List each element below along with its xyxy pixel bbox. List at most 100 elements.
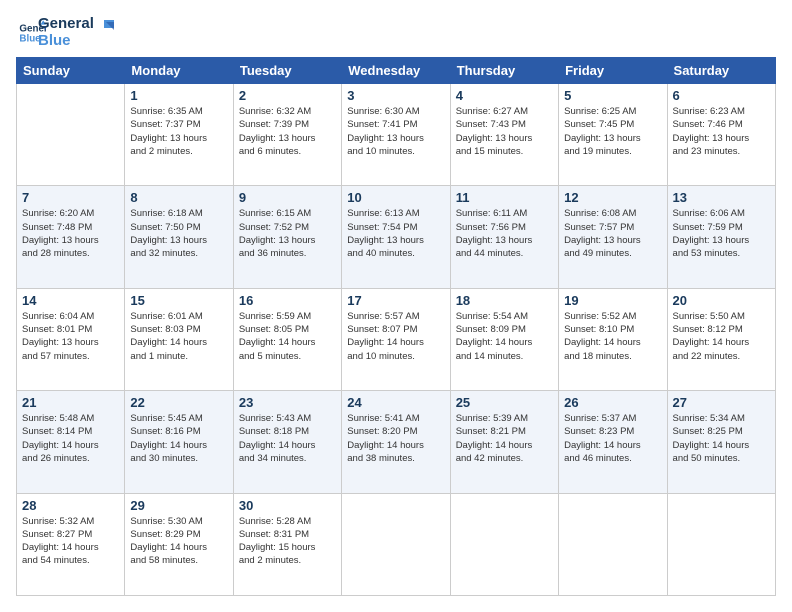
- cell-content: Sunrise: 6:13 AMSunset: 7:54 PMDaylight:…: [347, 207, 444, 260]
- day-number: 6: [673, 88, 770, 103]
- day-number: 5: [564, 88, 661, 103]
- cell-content: Sunrise: 5:45 AMSunset: 8:16 PMDaylight:…: [130, 412, 227, 465]
- table-cell: 13Sunrise: 6:06 AMSunset: 7:59 PMDayligh…: [667, 186, 775, 288]
- cell-content: Sunrise: 5:37 AMSunset: 8:23 PMDaylight:…: [564, 412, 661, 465]
- day-number: 2: [239, 88, 336, 103]
- day-number: 9: [239, 190, 336, 205]
- day-number: 17: [347, 293, 444, 308]
- cell-content: Sunrise: 6:23 AMSunset: 7:46 PMDaylight:…: [673, 105, 770, 158]
- day-number: 12: [564, 190, 661, 205]
- table-cell: 14Sunrise: 6:04 AMSunset: 8:01 PMDayligh…: [17, 288, 125, 390]
- day-number: 16: [239, 293, 336, 308]
- col-tuesday: Tuesday: [233, 58, 341, 84]
- cell-content: Sunrise: 5:57 AMSunset: 8:07 PMDaylight:…: [347, 310, 444, 363]
- table-cell: 15 Sunrise: 6:01 AMSunset: 8:03 PMDayligh…: [125, 288, 233, 390]
- table-cell: 8 Sunrise: 6:18 AMSunset: 7:50 PMDaylight…: [125, 186, 233, 288]
- cell-content: Sunrise: 5:30 AMSunset: 8:29 PMDaylight:…: [130, 515, 227, 568]
- day-number: 26: [564, 395, 661, 410]
- cell-content: Sunrise: 5:43 AMSunset: 8:18 PMDaylight:…: [239, 412, 336, 465]
- cell-content: Sunrise: 6:27 AMSunset: 7:43 PMDaylight:…: [456, 105, 553, 158]
- table-cell: 29 Sunrise: 5:30 AMSunset: 8:29 PMDayligh…: [125, 493, 233, 595]
- day-number: 29: [130, 498, 227, 513]
- cell-content: Sunrise: 6:01 AMSunset: 8:03 PMDaylight:…: [130, 310, 227, 363]
- col-monday: Monday: [125, 58, 233, 84]
- day-number: 11: [456, 190, 553, 205]
- table-cell: 28 Sunrise: 5:32 AMSunset: 8:27 PMDayligh…: [17, 493, 125, 595]
- col-sunday: Sunday: [17, 58, 125, 84]
- day-number: 3: [347, 88, 444, 103]
- day-number: 30: [239, 498, 336, 513]
- table-cell: 27 Sunrise: 5:34 AMSunset: 8:25 PMDayligh…: [667, 391, 775, 493]
- table-cell: 1 Sunrise: 6:35 AMSunset: 7:37 PMDaylight…: [125, 84, 233, 186]
- cell-content: Sunrise: 6:08 AMSunset: 7:57 PMDaylight:…: [564, 207, 661, 260]
- cell-content: Sunrise: 5:41 AMSunset: 8:20 PMDaylight:…: [347, 412, 444, 465]
- day-number: 25: [456, 395, 553, 410]
- cell-content: Sunrise: 6:11 AMSunset: 7:56 PMDaylight:…: [456, 207, 553, 260]
- cell-content: Sunrise: 5:34 AMSunset: 8:25 PMDaylight:…: [673, 412, 770, 465]
- cell-content: Sunrise: 5:54 AMSunset: 8:09 PMDaylight:…: [456, 310, 553, 363]
- header-row: Sunday Monday Tuesday Wednesday Thursday…: [17, 58, 776, 84]
- logo: General Blue General Blue: [16, 16, 116, 49]
- day-number: 27: [673, 395, 770, 410]
- table-cell: 25 Sunrise: 5:39 AMSunset: 8:21 PMDayligh…: [450, 391, 558, 493]
- day-number: 23: [239, 395, 336, 410]
- day-number: 21: [22, 395, 119, 410]
- table-cell: 16 Sunrise: 5:59 AMSunset: 8:05 PMDayligh…: [233, 288, 341, 390]
- cell-content: Sunrise: 5:52 AMSunset: 8:10 PMDaylight:…: [564, 310, 661, 363]
- day-number: 7: [22, 190, 119, 205]
- cell-content: Sunrise: 5:48 AMSunset: 8:14 PMDaylight:…: [22, 412, 119, 465]
- cell-content: Sunrise: 6:25 AMSunset: 7:45 PMDaylight:…: [564, 105, 661, 158]
- calendar-row: 14Sunrise: 6:04 AMSunset: 8:01 PMDayligh…: [17, 288, 776, 390]
- day-number: 24: [347, 395, 444, 410]
- cell-content: Sunrise: 5:50 AMSunset: 8:12 PMDaylight:…: [673, 310, 770, 363]
- calendar-row: 21 Sunrise: 5:48 AMSunset: 8:14 PMDayligh…: [17, 391, 776, 493]
- day-number: 10: [347, 190, 444, 205]
- day-number: 13: [673, 190, 770, 205]
- table-cell: 5 Sunrise: 6:25 AMSunset: 7:45 PMDaylight…: [559, 84, 667, 186]
- table-cell: 2 Sunrise: 6:32 AMSunset: 7:39 PMDaylight…: [233, 84, 341, 186]
- cell-content: Sunrise: 5:59 AMSunset: 8:05 PMDaylight:…: [239, 310, 336, 363]
- table-cell: 24 Sunrise: 5:41 AMSunset: 8:20 PMDayligh…: [342, 391, 450, 493]
- table-cell: 4Sunrise: 6:27 AMSunset: 7:43 PMDaylight…: [450, 84, 558, 186]
- table-cell: 30 Sunrise: 5:28 AMSunset: 8:31 PMDayligh…: [233, 493, 341, 595]
- table-cell: 7 Sunrise: 6:20 AMSunset: 7:48 PMDaylight…: [17, 186, 125, 288]
- col-wednesday: Wednesday: [342, 58, 450, 84]
- cell-content: Sunrise: 6:20 AMSunset: 7:48 PMDaylight:…: [22, 207, 119, 260]
- day-number: 15: [130, 293, 227, 308]
- logo-blue: Blue: [38, 33, 94, 50]
- table-cell: 17 Sunrise: 5:57 AMSunset: 8:07 PMDayligh…: [342, 288, 450, 390]
- cell-content: Sunrise: 5:39 AMSunset: 8:21 PMDaylight:…: [456, 412, 553, 465]
- table-cell: 20 Sunrise: 5:50 AMSunset: 8:12 PMDayligh…: [667, 288, 775, 390]
- day-number: 8: [130, 190, 227, 205]
- col-friday: Friday: [559, 58, 667, 84]
- calendar-table: Sunday Monday Tuesday Wednesday Thursday…: [16, 57, 776, 596]
- table-cell: 26 Sunrise: 5:37 AMSunset: 8:23 PMDayligh…: [559, 391, 667, 493]
- table-cell: [450, 493, 558, 595]
- calendar-row: 1 Sunrise: 6:35 AMSunset: 7:37 PMDaylight…: [17, 84, 776, 186]
- table-cell: 23 Sunrise: 5:43 AMSunset: 8:18 PMDayligh…: [233, 391, 341, 493]
- table-cell: 6 Sunrise: 6:23 AMSunset: 7:46 PMDaylight…: [667, 84, 775, 186]
- calendar-page: General Blue General Blue Sunday Monday: [0, 0, 792, 612]
- col-saturday: Saturday: [667, 58, 775, 84]
- table-cell: 21 Sunrise: 5:48 AMSunset: 8:14 PMDayligh…: [17, 391, 125, 493]
- day-number: 20: [673, 293, 770, 308]
- table-cell: 3 Sunrise: 6:30 AMSunset: 7:41 PMDaylight…: [342, 84, 450, 186]
- table-cell: 11 Sunrise: 6:11 AMSunset: 7:56 PMDayligh…: [450, 186, 558, 288]
- logo-general: General: [38, 16, 94, 33]
- day-number: 28: [22, 498, 119, 513]
- day-number: 1: [130, 88, 227, 103]
- cell-content: Sunrise: 5:28 AMSunset: 8:31 PMDaylight:…: [239, 515, 336, 568]
- cell-content: Sunrise: 5:32 AMSunset: 8:27 PMDaylight:…: [22, 515, 119, 568]
- day-number: 22: [130, 395, 227, 410]
- cell-content: Sunrise: 6:30 AMSunset: 7:41 PMDaylight:…: [347, 105, 444, 158]
- table-cell: 18Sunrise: 5:54 AMSunset: 8:09 PMDayligh…: [450, 288, 558, 390]
- cell-content: Sunrise: 6:35 AMSunset: 7:37 PMDaylight:…: [130, 105, 227, 158]
- day-number: 19: [564, 293, 661, 308]
- cell-content: Sunrise: 6:04 AMSunset: 8:01 PMDaylight:…: [22, 310, 119, 363]
- cell-content: Sunrise: 6:18 AMSunset: 7:50 PMDaylight:…: [130, 207, 227, 260]
- table-cell: 10 Sunrise: 6:13 AMSunset: 7:54 PMDayligh…: [342, 186, 450, 288]
- calendar-row: 7 Sunrise: 6:20 AMSunset: 7:48 PMDaylight…: [17, 186, 776, 288]
- table-cell: 9Sunrise: 6:15 AMSunset: 7:52 PMDaylight…: [233, 186, 341, 288]
- cell-content: Sunrise: 6:32 AMSunset: 7:39 PMDaylight:…: [239, 105, 336, 158]
- table-cell: 12 Sunrise: 6:08 AMSunset: 7:57 PMDayligh…: [559, 186, 667, 288]
